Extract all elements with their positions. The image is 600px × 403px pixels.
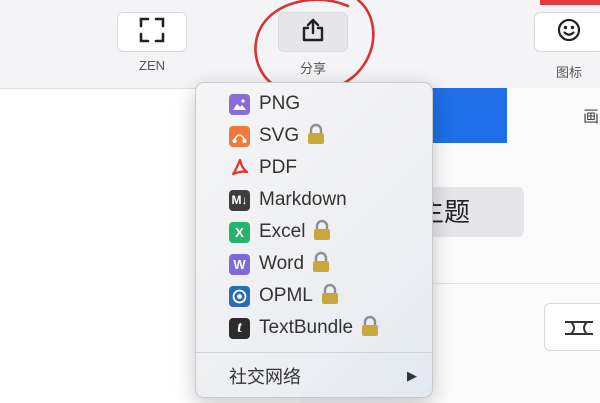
submenu-arrow-icon: ▶ (407, 368, 417, 383)
zen-label: ZEN (139, 58, 165, 73)
fullscreen-corners-icon (139, 17, 165, 48)
toolbar: ZEN 分享 图标 (0, 0, 600, 89)
share-label: 分享 (299, 61, 326, 76)
image-icon (229, 93, 250, 115)
menu-item-excel[interactable]: X Excel (229, 218, 419, 246)
share-upload-icon (300, 17, 326, 48)
lock-icon (306, 123, 326, 150)
menu-separator (196, 352, 432, 353)
zen-button[interactable] (117, 12, 187, 52)
menu-item-label: PDF (259, 157, 297, 178)
svg-icon (229, 125, 250, 147)
menu-item-social-network[interactable]: 社交网络 ▶ (229, 362, 417, 390)
social-network-label: 社交网络 (229, 367, 301, 387)
menu-item-label: Word (259, 253, 305, 274)
top-accent-bar (540, 0, 600, 5)
lock-icon (312, 219, 332, 246)
menu-item-textbundle[interactable]: t TextBundle (229, 314, 419, 342)
tab-label[interactable]: 画 (583, 103, 599, 127)
word-icon: W (229, 253, 250, 275)
lock-icon (320, 283, 340, 310)
menu-item-label: PNG (259, 93, 301, 114)
icon-label: 图标 (555, 65, 582, 80)
lock-icon (360, 315, 380, 342)
menu-item-png[interactable]: PNG (229, 90, 419, 118)
share-button[interactable] (278, 12, 348, 52)
menu-item-label: Markdown (259, 189, 347, 210)
icon-button[interactable] (534, 12, 600, 52)
lock-icon (311, 251, 331, 278)
menu-item-word[interactable]: W Word (229, 250, 419, 278)
textbundle-icon: t (229, 317, 250, 339)
opml-icon (229, 285, 250, 307)
menu-item-label: TextBundle (259, 317, 354, 338)
menu-item-label: OPML (259, 285, 313, 306)
divider (430, 283, 600, 284)
pdf-icon (229, 158, 250, 179)
structure-icon (565, 321, 593, 335)
menu-item-markdown[interactable]: M↓ Markdown (229, 186, 419, 214)
excel-icon: X (229, 221, 250, 243)
menu-item-opml[interactable]: OPML (229, 282, 419, 310)
menu-item-svg[interactable]: SVG (229, 122, 419, 150)
share-menu: PNG SVG PDF M↓ Markdown X Excel W Word O… (195, 82, 433, 398)
smiley-face-icon (557, 18, 581, 47)
menu-item-label: Excel (259, 221, 306, 242)
menu-item-pdf[interactable]: PDF (229, 154, 419, 182)
menu-item-label: SVG (259, 125, 300, 146)
markdown-icon: M↓ (229, 189, 250, 211)
structure-button[interactable] (544, 303, 600, 351)
